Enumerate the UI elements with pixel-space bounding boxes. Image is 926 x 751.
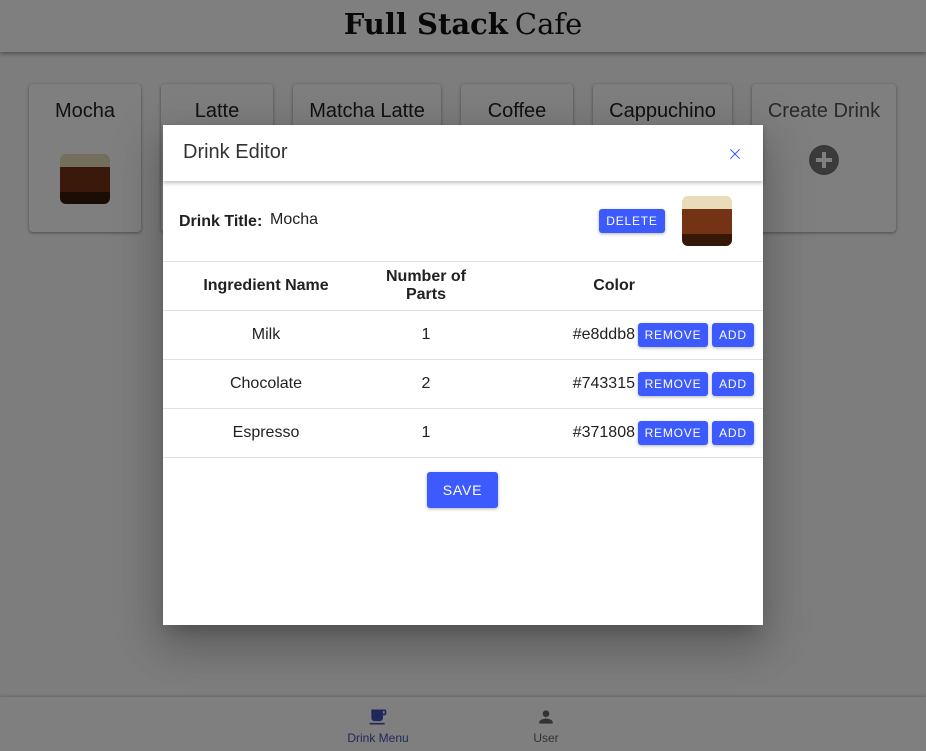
column-header-actions xyxy=(635,262,763,311)
ingredient-color: #e8ddb8 xyxy=(483,310,635,360)
drink-title-row: Drink Title: Mocha DELETE xyxy=(163,182,763,262)
remove-ingredient-button[interactable]: REMOVE xyxy=(638,421,708,445)
drink-title-input[interactable]: Mocha xyxy=(270,211,318,229)
table-row: Milk 1 #e8ddb8 REMOVE ADD xyxy=(163,310,763,360)
cup-layer-milk xyxy=(682,196,732,209)
remove-ingredient-button[interactable]: REMOVE xyxy=(638,372,708,396)
table-row: Espresso 1 #371808 REMOVE ADD xyxy=(163,408,763,458)
cup-layer-espresso xyxy=(682,233,732,246)
add-ingredient-button[interactable]: ADD xyxy=(712,372,754,396)
save-button[interactable]: SAVE xyxy=(427,472,498,508)
dialog-header: Drink Editor xyxy=(163,125,763,181)
ingredients-table: Ingredient Name Number of Parts Color Mi… xyxy=(163,262,763,458)
column-header-number-of-parts: Number of Parts xyxy=(369,262,483,311)
column-header-ingredient-name: Ingredient Name xyxy=(163,262,369,311)
ingredient-actions: REMOVE ADD xyxy=(635,359,763,409)
ingredient-name: Chocolate xyxy=(163,359,369,409)
ingredient-parts: 2 xyxy=(369,359,483,409)
add-ingredient-button[interactable]: ADD xyxy=(712,421,754,445)
table-row: Chocolate 2 #743315 REMOVE ADD xyxy=(163,359,763,409)
column-header-color: Color xyxy=(483,262,635,311)
ingredient-parts: 1 xyxy=(369,310,483,360)
ingredient-name: Espresso xyxy=(163,408,369,458)
drink-preview-cup-icon xyxy=(682,196,732,246)
drink-editor-dialog: Drink Editor Drink Title: Mocha DELETE I… xyxy=(163,125,763,625)
ingredient-name: Milk xyxy=(163,310,369,360)
ingredient-parts: 1 xyxy=(369,408,483,458)
add-ingredient-button[interactable]: ADD xyxy=(712,323,754,347)
table-header-row: Ingredient Name Number of Parts Color xyxy=(163,262,763,311)
remove-ingredient-button[interactable]: REMOVE xyxy=(638,323,708,347)
dialog-title: Drink Editor xyxy=(183,141,288,163)
close-icon[interactable] xyxy=(723,142,747,166)
ingredient-color: #743315 xyxy=(483,359,635,409)
delete-button[interactable]: DELETE xyxy=(599,209,665,233)
cup-layer-chocolate xyxy=(682,208,732,234)
drink-title-label: Drink Title: xyxy=(179,213,263,230)
ingredient-actions: REMOVE ADD xyxy=(635,408,763,458)
ingredient-actions: REMOVE ADD xyxy=(635,310,763,360)
ingredient-color: #371808 xyxy=(483,408,635,458)
